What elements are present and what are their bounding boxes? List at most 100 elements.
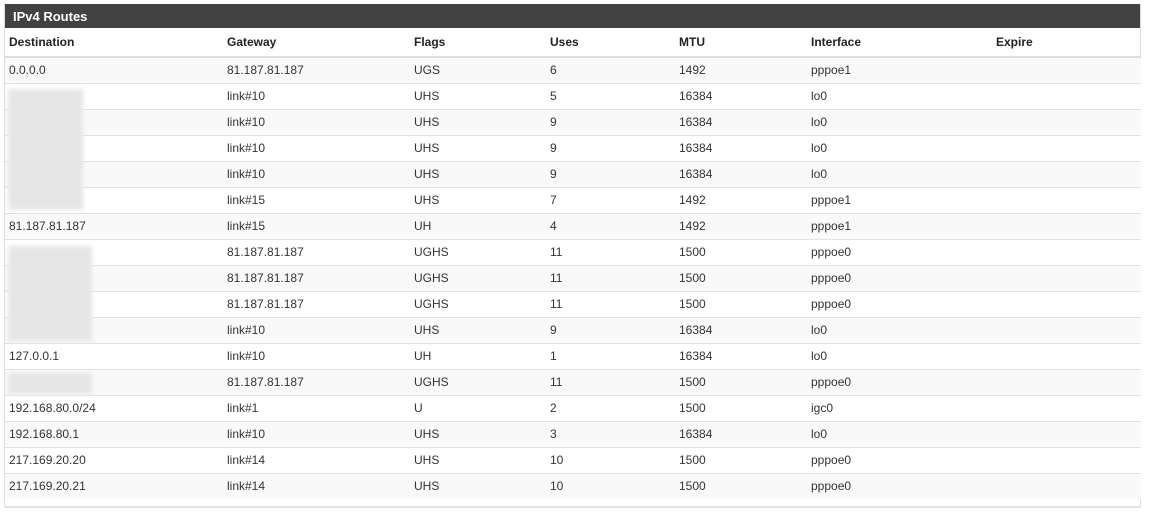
cell-interface: lo0 (807, 316, 992, 343)
cell-mtu: 1500 (675, 394, 807, 421)
column-header-mtu[interactable]: MTU (675, 28, 807, 58)
cell-flags: UHS (410, 108, 546, 135)
cell-gateway: 81.187.81.187 (223, 238, 410, 265)
cell-interface: pppoe1 (807, 186, 992, 213)
cell-expire (992, 446, 1141, 473)
cell-uses: 1 (546, 342, 675, 369)
cell-interface: lo0 (807, 82, 992, 109)
cell-interface: pppoe1 (807, 212, 992, 239)
cell-gateway: link#10 (223, 160, 410, 187)
table-row: 0.0.0.0 81.187.81.187 UGS 6 1492 pppoe1 (5, 56, 1141, 83)
cell-gateway: link#10 (223, 420, 410, 447)
cell-uses: 9 (546, 108, 675, 135)
cell-destination: 127.0.0.1 (5, 342, 223, 369)
cell-gateway: link#10 (223, 108, 410, 135)
redacted-destination-block-1 (8, 89, 83, 210)
cell-expire (992, 160, 1141, 187)
cell-mtu: 16384 (675, 420, 807, 447)
cell-destination: 192.168.80.1 (5, 420, 223, 447)
table-row: 81.187.81.187 link#15 UH 4 1492 pppoe1 (5, 212, 1141, 239)
cell-flags: UH (410, 342, 546, 369)
cell-uses: 10 (546, 446, 675, 473)
column-header-destination[interactable]: Destination (5, 28, 223, 58)
cell-interface: pppoe0 (807, 264, 992, 291)
column-header-interface[interactable]: Interface (807, 28, 992, 58)
cell-mtu: 1500 (675, 238, 807, 265)
table-row: 192.168.80.0/24 link#1 U 2 1500 igc0 (5, 394, 1141, 421)
cell-mtu: 1500 (675, 472, 807, 499)
column-header-expire[interactable]: Expire (992, 28, 1141, 58)
cell-mtu: 1492 (675, 186, 807, 213)
cell-uses: 4 (546, 212, 675, 239)
cell-uses: 11 (546, 368, 675, 395)
cell-expire (992, 238, 1141, 265)
cell-flags: UHS (410, 446, 546, 473)
cell-uses: 2 (546, 394, 675, 421)
panel-title: IPv4 Routes (5, 4, 1140, 28)
cell-mtu: 1500 (675, 264, 807, 291)
cell-mtu: 16384 (675, 160, 807, 187)
cell-mtu: 16384 (675, 316, 807, 343)
cell-destination: 81.187.81.187 (5, 212, 223, 239)
cell-uses: 9 (546, 316, 675, 343)
table-row: 81.187.81.187 UGHS 11 1500 pppoe0 (5, 238, 1141, 265)
cell-interface: pppoe1 (807, 56, 992, 83)
cell-interface: lo0 (807, 342, 992, 369)
cell-flags: UHS (410, 160, 546, 187)
horizontal-scrollbar[interactable] (4, 506, 1141, 508)
cell-expire (992, 134, 1141, 161)
column-header-gateway[interactable]: Gateway (223, 28, 410, 58)
cell-flags: UHS (410, 316, 546, 343)
cell-expire (992, 420, 1141, 447)
table-row: 81.187.81.187 UGHS 11 1500 pppoe0 (5, 264, 1141, 291)
cell-interface: lo0 (807, 160, 992, 187)
cell-expire (992, 290, 1141, 317)
cell-expire (992, 342, 1141, 369)
cell-gateway: link#15 (223, 186, 410, 213)
routes-table: Destination Gateway Flags Uses MTU Inter… (5, 28, 1141, 499)
column-header-flags[interactable]: Flags (410, 28, 546, 58)
table-row: link#10 UHS 9 16384 lo0 (5, 316, 1141, 343)
table-row: 81.187.81.187 UGHS 11 1500 pppoe0 (5, 368, 1141, 395)
cell-expire (992, 316, 1141, 343)
cell-interface: pppoe0 (807, 472, 992, 499)
table-row: link#10 UHS 9 16384 lo0 (5, 108, 1141, 135)
cell-gateway: 81.187.81.187 (223, 368, 410, 395)
cell-mtu: 16384 (675, 342, 807, 369)
cell-uses: 11 (546, 290, 675, 317)
cell-interface: pppoe0 (807, 238, 992, 265)
cell-destination: 0.0.0.0 (5, 56, 223, 83)
cell-uses: 9 (546, 160, 675, 187)
cell-expire (992, 264, 1141, 291)
table-row: link#15 UHS 7 1492 pppoe1 (5, 186, 1141, 213)
cell-destination: 217.169.20.20 (5, 446, 223, 473)
cell-interface: lo0 (807, 420, 992, 447)
cell-gateway: link#10 (223, 82, 410, 109)
cell-uses: 10 (546, 472, 675, 499)
cell-destination: 192.168.80.0/24 (5, 394, 223, 421)
cell-mtu: 1500 (675, 446, 807, 473)
table-row: 192.168.80.1 link#10 UHS 3 16384 lo0 (5, 420, 1141, 447)
cell-mtu: 16384 (675, 134, 807, 161)
cell-mtu: 1500 (675, 368, 807, 395)
cell-mtu: 1492 (675, 212, 807, 239)
table-row: link#10 UHS 5 16384 lo0 (5, 82, 1141, 109)
cell-expire (992, 56, 1141, 83)
cell-uses: 6 (546, 56, 675, 83)
cell-interface: igc0 (807, 394, 992, 421)
cell-expire (992, 472, 1141, 499)
cell-flags: UGHS (410, 238, 546, 265)
table-row: link#10 UHS 9 16384 lo0 (5, 160, 1141, 187)
table-row: 217.169.20.20 link#14 UHS 10 1500 pppoe0 (5, 446, 1141, 473)
cell-expire (992, 212, 1141, 239)
cell-flags: UHS (410, 82, 546, 109)
cell-flags: UHS (410, 420, 546, 447)
table-header-row: Destination Gateway Flags Uses MTU Inter… (5, 28, 1141, 58)
column-header-uses[interactable]: Uses (546, 28, 675, 58)
cell-expire (992, 82, 1141, 109)
cell-gateway: 81.187.81.187 (223, 56, 410, 83)
cell-flags: UGHS (410, 368, 546, 395)
cell-gateway: link#14 (223, 446, 410, 473)
cell-interface: lo0 (807, 134, 992, 161)
cell-flags: UGHS (410, 264, 546, 291)
